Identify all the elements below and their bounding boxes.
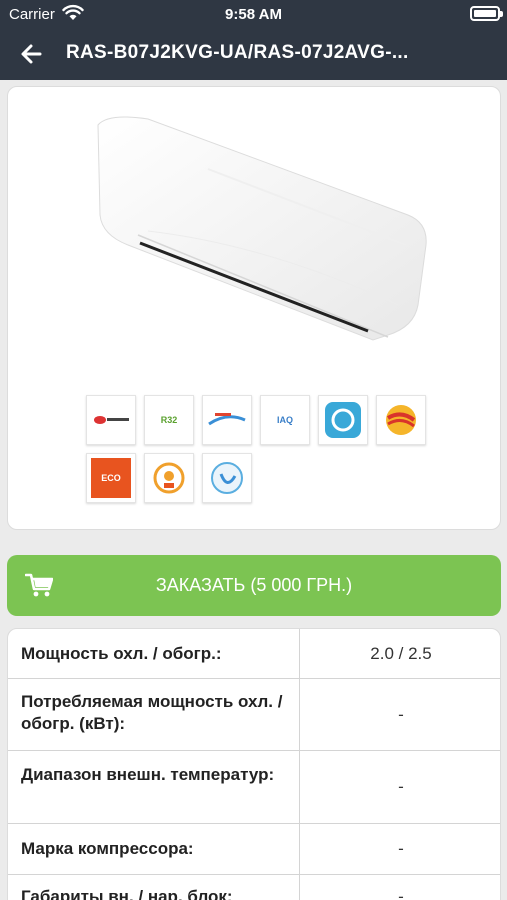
- spec-name: Диапазон внешн. температур:: [21, 765, 275, 784]
- spec-value: -: [398, 839, 404, 858]
- badge-iaq: IAQ: [260, 395, 310, 445]
- spec-value: -: [398, 705, 404, 724]
- spec-name: Потребляемая мощность охл. / обогр. (кВт…: [21, 692, 283, 733]
- order-button[interactable]: ЗАКАЗАТЬ (5 000 ГРН.): [7, 555, 501, 616]
- table-row: Марка компрессора: -: [8, 824, 500, 875]
- header: Carrier 9:58 AM RAS-B07J2KVG-UA/RAS-07J2…: [0, 0, 507, 80]
- back-arrow-icon[interactable]: [14, 36, 50, 72]
- spec-name: Марка компрессора:: [21, 839, 194, 858]
- product-image-card: R32 IAQ ECO: [7, 86, 501, 530]
- table-row: Мощность охл. / обогр.: 2.0 / 2.5: [8, 629, 500, 679]
- badge-brand: [86, 395, 136, 445]
- spec-name: Мощность охл. / обогр.:: [21, 644, 222, 663]
- order-button-label: ЗАКАЗАТЬ (5 000 ГРН.): [155, 575, 353, 595]
- air-conditioner-illustration: [97, 116, 427, 341]
- page-title: RAS-B07J2KVG-UA/RAS-07J2AVG-...: [66, 42, 409, 63]
- battery-icon: [470, 6, 503, 21]
- spec-value: -: [398, 777, 404, 796]
- spec-name: Габариты вн. / нар. блок:: [21, 887, 233, 900]
- spec-value: 2.0 / 2.5: [370, 644, 432, 663]
- badge-mode: [202, 453, 252, 503]
- table-row: Габариты вн. / нар. блок: -: [8, 875, 500, 900]
- product-image[interactable]: R32 IAQ ECO: [70, 95, 448, 517]
- table-row: Потребляемая мощность охл. / обогр. (кВт…: [8, 679, 500, 751]
- badge-comfort: [376, 395, 426, 445]
- status-time: 9:58 AM: [225, 6, 282, 23]
- spec-value: -: [398, 887, 404, 900]
- navbar: RAS-B07J2KVG-UA/RAS-07J2AVG-...: [0, 28, 507, 80]
- badge-r32: R32: [144, 395, 194, 445]
- badge-warranty: [144, 453, 194, 503]
- badge-wifi: [318, 395, 368, 445]
- badge-eco: ECO: [86, 453, 136, 503]
- table-row: Диапазон внешн. температур: -: [8, 751, 500, 824]
- badge-technology: [202, 395, 252, 445]
- specs-table: Мощность охл. / обогр.: 2.0 / 2.5 Потреб…: [7, 628, 501, 900]
- status-bar: Carrier 9:58 AM: [0, 0, 507, 28]
